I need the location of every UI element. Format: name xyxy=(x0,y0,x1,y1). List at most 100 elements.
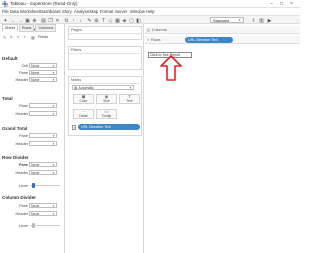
highlight-icon[interactable]: ✎ xyxy=(86,17,93,24)
clear-icon[interactable]: ✕ xyxy=(54,17,61,24)
label-pane: Pane xyxy=(19,134,28,138)
grand-total-header-select[interactable]: ▼ xyxy=(29,141,57,146)
tooltip-button[interactable]: ▭ Tooltip xyxy=(96,109,117,119)
menu-dashboard[interactable]: Dashboard xyxy=(40,9,61,14)
menu-worksheet[interactable]: Worksheet xyxy=(20,9,40,14)
group-icon[interactable]: ⊞ xyxy=(93,17,100,24)
add-data-icon[interactable]: ⊕ xyxy=(31,17,38,24)
pages-card[interactable]: Pages xyxy=(68,26,142,40)
minimize-button[interactable]: – xyxy=(270,1,273,7)
pages-card-header: Pages xyxy=(69,27,141,34)
chevron-down-icon: ▼ xyxy=(129,85,132,90)
chevron-down-icon: ▼ xyxy=(52,211,55,216)
label-level: Level xyxy=(18,184,28,188)
filters-card[interactable]: Filters xyxy=(68,46,142,70)
fit-select[interactable]: Standard ▼ xyxy=(210,17,244,23)
duplicate-icon[interactable]: ❐ xyxy=(47,17,54,24)
label-header: Header xyxy=(15,212,28,216)
total-pane-select[interactable]: ▼ xyxy=(29,103,57,108)
menu-data[interactable]: Data xyxy=(10,9,19,14)
back-icon[interactable]: ← xyxy=(10,17,17,24)
label-header: Header xyxy=(15,171,28,175)
chevron-down-icon: ▼ xyxy=(52,170,55,175)
column-level-slider-handle[interactable] xyxy=(32,223,35,228)
presentation-mode-icon[interactable]: ▶ xyxy=(266,17,273,24)
menu-format[interactable]: Format xyxy=(100,9,113,14)
pages-title: Pages xyxy=(71,28,82,32)
title-bar: Tableau - Superstore (Read-Only) – □ × xyxy=(0,0,300,8)
rows-url-pill[interactable]: URL Direction Text xyxy=(185,37,233,43)
tableau-home-icon[interactable]: ✦ xyxy=(2,17,9,24)
chevron-down-icon: ▼ xyxy=(52,111,55,116)
chevron-down-icon: ▼ xyxy=(52,141,55,146)
rows-icon: ≡ xyxy=(147,37,150,42)
format-tabs: Sheet Rows Columns xyxy=(2,24,57,32)
menu-help[interactable]: Help xyxy=(146,9,155,14)
label-header: Header xyxy=(15,142,28,146)
save-icon[interactable]: ▣ xyxy=(24,17,31,24)
font-icon: A xyxy=(10,35,13,39)
mark-type-icon: ▦ xyxy=(74,85,78,90)
presentation-icon[interactable]: ◧ xyxy=(135,17,142,24)
menu-file[interactable]: File xyxy=(2,9,9,14)
text-button[interactable]: T Text xyxy=(119,94,140,104)
format-icon[interactable]: ◈ xyxy=(121,17,128,24)
share-icon[interactable]: ⇪ xyxy=(250,17,257,24)
chevron-down-icon: ▼ xyxy=(52,63,55,68)
section-total: Total xyxy=(2,96,13,101)
marks-url-pill[interactable]: URL Direction Text xyxy=(78,124,140,130)
menu-analysis[interactable]: Analysis xyxy=(74,9,90,14)
menu-window[interactable]: Window xyxy=(130,9,145,14)
section-grand-total: Grand Total xyxy=(2,126,28,131)
menu-story[interactable]: Story xyxy=(62,9,72,14)
fix-axes-icon[interactable]: ◇ xyxy=(107,17,114,24)
row-divider-pane-select[interactable]: None ▼ xyxy=(29,162,57,167)
section-column-divider: Column Divider xyxy=(2,195,36,200)
chevron-down-icon: ▼ xyxy=(52,133,55,138)
section-row-divider: Row Divider xyxy=(2,155,29,160)
grand-total-pane-select[interactable]: ▼ xyxy=(29,133,57,138)
header-border-select[interactable]: None ▼ xyxy=(29,77,57,82)
columns-icon: ||| xyxy=(147,27,150,32)
maximize-button[interactable]: □ xyxy=(280,1,283,7)
label-pane: Pane xyxy=(19,204,28,208)
row-divider-header-select[interactable]: None ▼ xyxy=(29,170,57,175)
sort-desc-icon[interactable]: ↓ xyxy=(77,17,84,24)
section-default: Default xyxy=(2,56,18,61)
cell-border-select[interactable]: None ▼ xyxy=(29,63,57,68)
column-divider-header-select[interactable]: None ▼ xyxy=(29,211,57,216)
row-level-slider-handle[interactable] xyxy=(32,183,35,188)
align-icon: ≡ xyxy=(17,35,20,39)
total-header-select[interactable]: ▼ xyxy=(29,111,57,116)
pane-border-select[interactable]: None ▼ xyxy=(29,70,57,75)
color-button[interactable]: ◼ Color xyxy=(73,94,94,104)
show-cards-icon[interactable]: ▦ xyxy=(114,17,121,24)
menu-map[interactable]: Map xyxy=(90,9,98,14)
marks-title: Marks xyxy=(71,78,82,82)
chevron-down-icon: ▼ xyxy=(52,203,55,208)
forward-icon[interactable]: → xyxy=(17,17,24,24)
show-me-icon[interactable]: ▥ xyxy=(258,17,265,24)
columns-shelf[interactable]: ||| Columns xyxy=(145,26,300,34)
tab-sheet[interactable]: Sheet xyxy=(2,24,18,32)
fields-dropdown[interactable]: Fields xyxy=(38,35,48,39)
tab-columns[interactable]: Columns xyxy=(35,24,57,32)
detail-button[interactable]: ⋯ Detail xyxy=(73,109,94,119)
mark-type-select[interactable]: ▦ Automatic ▼ xyxy=(72,85,134,90)
sort-asc-icon[interactable]: ↑ xyxy=(70,17,77,24)
menu-server[interactable]: Server xyxy=(115,9,127,14)
chevron-down-icon: ▼ xyxy=(238,18,241,22)
tooltip-icon[interactable]: ▢ xyxy=(128,17,135,24)
swap-icon[interactable]: ⇅ xyxy=(63,17,70,24)
label-pane: Pane xyxy=(19,104,28,108)
shading-icon: ◐ xyxy=(24,35,27,39)
size-button[interactable]: ◉ Size xyxy=(96,94,117,104)
labels-icon[interactable]: T xyxy=(100,17,107,24)
tab-rows[interactable]: Rows xyxy=(18,24,35,32)
filters-card-header: Filters xyxy=(69,47,141,54)
text-mark-icon: T xyxy=(72,125,76,130)
column-divider-pane-select[interactable]: None ▼ xyxy=(29,203,57,208)
chevron-down-icon: ▼ xyxy=(52,77,55,82)
close-button[interactable]: × xyxy=(290,1,293,7)
new-sheet-icon[interactable]: ▤ xyxy=(40,17,47,24)
